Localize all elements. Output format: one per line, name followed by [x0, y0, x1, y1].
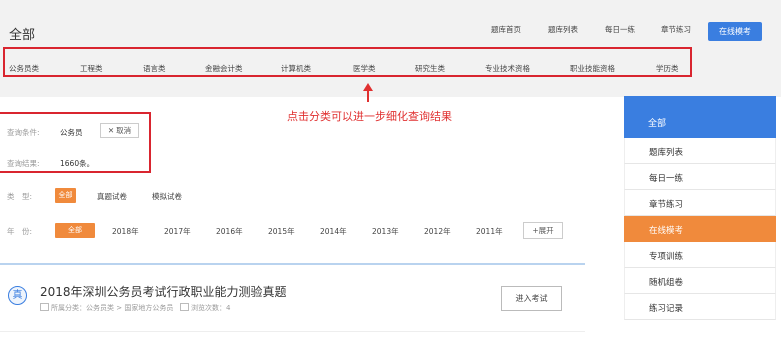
category-vocational-skill[interactable]: 职业技能资格 — [570, 63, 615, 74]
sidebar-item-label: 专项训练 — [649, 252, 684, 262]
cancel-label: 取消 — [116, 126, 132, 135]
sidebar-item-label: 题库列表 — [649, 148, 684, 158]
sidebar-item-practice-records[interactable]: 练习记录 — [624, 294, 776, 320]
year-option-2016[interactable]: 2016年 — [216, 226, 243, 237]
nav-link-question-list[interactable]: 题库列表 — [548, 24, 578, 38]
query-result-label: 查询结果: — [7, 159, 40, 168]
exam-category: 所属分类：公务员类 > 国家地方公务员 — [51, 304, 174, 312]
year-option-2015[interactable]: 2015年 — [268, 226, 295, 237]
page-title: 全部 — [9, 28, 36, 43]
sidebar-item-daily-practice[interactable]: 每日一练 — [624, 164, 776, 190]
year-option-2018[interactable]: 2018年 — [112, 226, 139, 237]
cancel-filter-button[interactable]: ✕ 取消 — [100, 123, 139, 138]
nav-link-question-bank-home[interactable]: 题库首页 — [491, 24, 521, 38]
year-filter-label: 年 份: — [7, 227, 33, 236]
exam-views: 浏览次数：4 — [191, 304, 231, 312]
sidebar-header-label: 全部 — [648, 119, 667, 129]
category-postgraduate[interactable]: 研究生类 — [415, 63, 445, 74]
type-filter-label: 类 型: — [7, 192, 33, 201]
category-medical[interactable]: 医学类 — [353, 63, 376, 74]
views-icon — [180, 303, 190, 311]
nav-link-daily-practice[interactable]: 每日一练 — [605, 24, 635, 38]
category-language[interactable]: 语言类 — [143, 63, 166, 74]
sidebar-item-random-paper[interactable]: 随机组卷 — [624, 268, 776, 294]
category-civil-servant[interactable]: 公务员类 — [9, 63, 39, 74]
sidebar-item-label: 练习记录 — [649, 304, 684, 314]
sidebar-item-label: 章节练习 — [649, 200, 684, 210]
query-condition-value: 公务员 — [60, 128, 83, 137]
annotation-arrow-line — [367, 89, 369, 102]
sidebar-item-online-mock-exam[interactable]: 在线模考 — [624, 216, 776, 242]
year-option-2011[interactable]: 2011年 — [476, 226, 503, 237]
annotation-tip: 点击分类可以进一步细化查询结果 — [287, 110, 452, 123]
type-option-real-exam[interactable]: 真题试卷 — [97, 191, 127, 202]
close-icon: ✕ — [107, 126, 115, 135]
category-finance-accounting[interactable]: 金融会计类 — [205, 63, 243, 74]
category-computer[interactable]: 计算机类 — [281, 63, 311, 74]
sidebar-header[interactable]: 全部 — [624, 96, 776, 138]
sidebar-item-label: 随机组卷 — [649, 278, 684, 288]
category-icon — [40, 303, 49, 311]
enter-exam-button[interactable]: 进入考试 — [501, 286, 562, 311]
sidebar-item-special-training[interactable]: 专项训练 — [624, 242, 776, 268]
category-engineering[interactable]: 工程类 — [80, 63, 103, 74]
list-divider — [0, 263, 585, 265]
year-option-2013[interactable]: 2013年 — [372, 226, 399, 237]
query-result-count: 1660条。 — [60, 159, 95, 168]
year-option-2012[interactable]: 2012年 — [424, 226, 451, 237]
type-option-all[interactable]: 全部 — [55, 188, 76, 203]
year-option-2014[interactable]: 2014年 — [320, 226, 347, 237]
real-exam-badge-icon: 真 — [8, 286, 27, 305]
year-option-2017[interactable]: 2017年 — [164, 226, 191, 237]
nav-link-chapter-practice[interactable]: 章节练习 — [661, 24, 691, 38]
query-condition-label: 查询条件: — [7, 128, 40, 137]
expand-years-button[interactable]: +展开 — [523, 222, 563, 239]
category-professional-qualification[interactable]: 专业技术资格 — [485, 63, 530, 74]
sidebar-item-question-list[interactable]: 题库列表 — [624, 138, 776, 164]
year-option-all[interactable]: 全部 — [55, 223, 95, 238]
online-mock-exam-button[interactable]: 在线模考 — [708, 22, 762, 41]
exam-title[interactable]: 2018年深圳公务员考试行政职业能力测验真题 — [40, 283, 287, 300]
sidebar-item-chapter-practice[interactable]: 章节练习 — [624, 190, 776, 216]
list-bottom-divider — [0, 331, 585, 332]
sidebar-item-label: 在线模考 — [649, 226, 684, 236]
type-option-mock-exam[interactable]: 模拟试卷 — [152, 191, 182, 202]
sidebar-item-label: 每日一练 — [649, 174, 684, 184]
category-academic[interactable]: 学历类 — [656, 63, 679, 74]
exam-meta: 所属分类：公务员类 > 国家地方公务员 浏览次数：4 — [40, 303, 230, 313]
